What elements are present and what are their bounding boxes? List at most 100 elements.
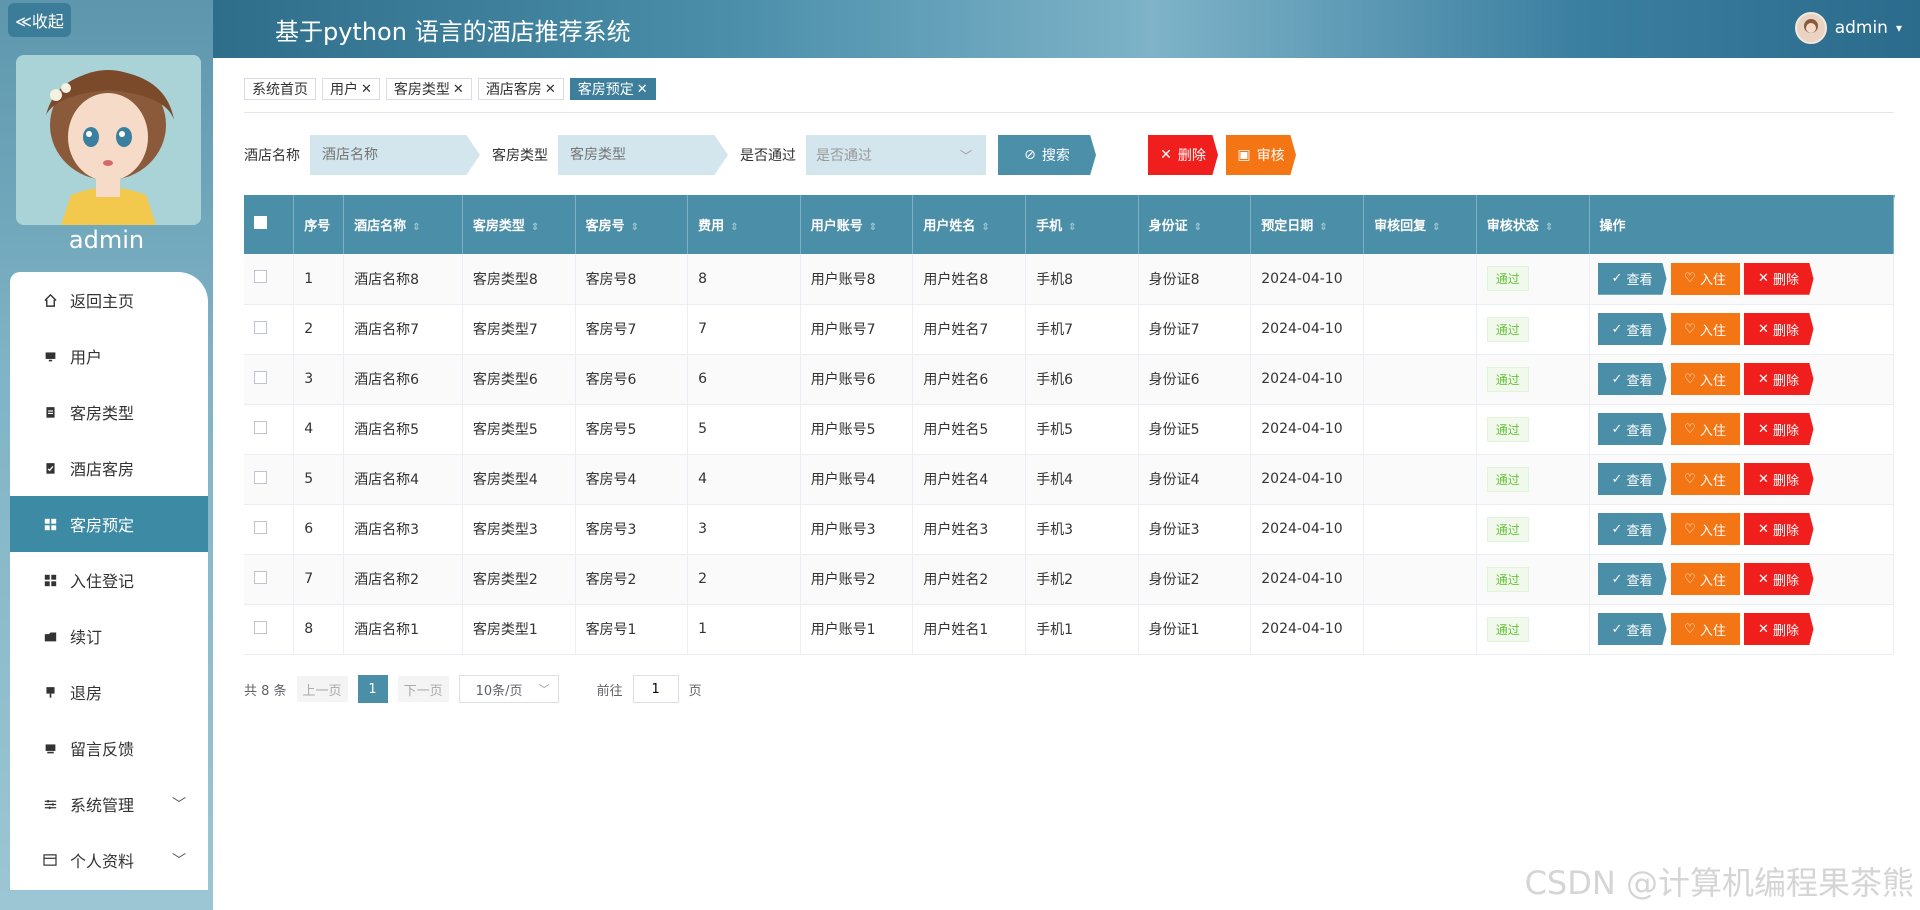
row-select-cell[interactable] [244,554,295,605]
row-checkbox[interactable] [254,470,267,484]
collapse-button[interactable]: ≪收起 [8,3,71,37]
row-select-cell[interactable] [244,604,295,655]
sort-icon[interactable]: ⇕ [1068,222,1076,233]
sort-icon[interactable]: ⇕ [1432,222,1440,233]
col-header[interactable]: 身份证 ⇕ [1138,195,1252,254]
close-icon[interactable]: ✕ [545,82,556,97]
sort-icon[interactable]: ⇕ [869,222,877,233]
checkin-button[interactable]: ♡ 入住 [1670,613,1740,645]
sidebar-item-profile[interactable]: 个人资料 ﹀ [10,832,208,888]
col-header[interactable]: 客房号 ⇕ [575,195,689,254]
delete-button[interactable]: ✕ 删除 [1743,363,1814,395]
row-checkbox[interactable] [254,570,267,584]
delete-button[interactable]: ✕ 删除 [1743,513,1814,545]
view-button[interactable]: ✓ 查看 [1597,262,1667,295]
row-checkbox[interactable] [254,370,267,384]
room-type-input[interactable] [558,135,728,175]
delete-button[interactable]: ✕ 删除 [1743,313,1814,345]
row-select-cell[interactable] [244,454,295,505]
hotel-name-input[interactable] [310,135,480,175]
row-select-cell[interactable] [244,254,295,305]
sort-icon[interactable]: ⇕ [1194,222,1202,233]
col-header[interactable]: 用户账号 ⇕ [800,195,914,254]
goto-page-input[interactable] [632,675,679,703]
sidebar-item-room-booking[interactable]: 客房预定 [10,496,208,552]
row-select-cell[interactable] [244,354,295,405]
delete-button[interactable]: ✕ 删除 [1743,463,1814,495]
tab-hotel-rooms[interactable]: 酒店客房 ✕ [477,78,564,100]
checkin-button[interactable]: ♡ 入住 [1670,463,1740,495]
sidebar-item-hotel-rooms[interactable]: 酒店客房 [10,440,208,496]
page-number-button[interactable]: 1 [357,675,388,703]
row-checkbox[interactable] [254,520,267,534]
view-button[interactable]: ✓ 查看 [1597,463,1667,495]
sidebar-item-home[interactable]: 返回主页 [10,272,208,328]
checkin-button[interactable]: ♡ 入住 [1670,262,1740,295]
table-cell: 客房号1 [575,604,689,655]
close-icon[interactable]: ✕ [637,82,648,97]
tab-home[interactable]: 系统首页 [244,78,316,100]
page-size-select[interactable]: 10条/页 ﹀ [458,675,559,703]
row-checkbox[interactable] [254,620,267,634]
page-size-value: 10条/页 [475,683,523,699]
delete-button[interactable]: ✕ 删除 [1743,563,1814,595]
checkin-button[interactable]: ♡ 入住 [1670,413,1740,445]
tab-room-types[interactable]: 客房类型 ✕ [385,78,472,100]
close-icon[interactable]: ✕ [361,82,372,97]
sort-icon[interactable]: ⇕ [981,222,989,233]
delete-button[interactable]: ✕ 删除 [1743,262,1814,295]
checkin-button[interactable]: ♡ 入住 [1670,313,1740,345]
delete-label: 删除 [1772,473,1799,489]
sort-icon[interactable]: ⇕ [1319,222,1327,233]
row-checkbox[interactable] [254,420,267,434]
user-menu[interactable]: admin ▾ [1794,12,1902,44]
select-all-checkbox[interactable] [254,216,267,229]
sidebar-item-checkout[interactable]: 退房 [10,664,208,720]
sidebar-item-room-types[interactable]: 客房类型 [10,384,208,440]
col-header[interactable]: 费用 ⇕ [687,195,801,254]
row-select-cell[interactable] [244,304,295,355]
sort-icon[interactable]: ⇕ [412,222,420,233]
view-button[interactable]: ✓ 查看 [1597,313,1667,345]
col-header[interactable]: 客房类型 ⇕ [462,195,576,254]
row-select-cell[interactable] [244,404,295,455]
next-page-button[interactable]: 下一页 [397,676,449,702]
row-checkbox[interactable] [254,320,267,334]
col-header[interactable]: 手机 ⇕ [1025,195,1139,254]
sort-icon[interactable]: ⇕ [730,222,738,233]
view-button[interactable]: ✓ 查看 [1597,513,1667,545]
delete-button[interactable]: ✕ 删除 [1743,613,1814,645]
sort-icon[interactable]: ⇕ [631,222,639,233]
sidebar-item-renewal[interactable]: 续订 [10,608,208,664]
batch-delete-button[interactable]: ✕ 删除 [1148,135,1218,175]
col-header[interactable]: 审核状态 ⇕ [1476,195,1590,254]
view-button[interactable]: ✓ 查看 [1597,563,1667,595]
sidebar-item-users[interactable]: 用户 [10,328,208,384]
delete-button[interactable]: ✕ 删除 [1743,413,1814,445]
sidebar-item-feedback[interactable]: 留言反馈 [10,720,208,776]
checkin-button[interactable]: ♡ 入住 [1670,513,1740,545]
row-select-cell[interactable] [244,504,295,555]
close-icon[interactable]: ✕ [453,82,464,97]
sort-icon[interactable]: ⇕ [531,222,539,233]
sidebar-item-checkin[interactable]: 入住登记 [10,552,208,608]
view-button[interactable]: ✓ 查看 [1597,413,1667,445]
tab-room-booking[interactable]: 客房预定 ✕ [569,78,656,100]
search-button[interactable]: ⊘ 搜索 [998,135,1096,175]
view-button[interactable]: ✓ 查看 [1597,613,1667,645]
col-header[interactable]: 预定日期 ⇕ [1250,195,1365,254]
view-button[interactable]: ✓ 查看 [1597,363,1667,395]
checkin-button[interactable]: ♡ 入住 [1670,363,1740,395]
row-checkbox[interactable] [254,270,267,284]
audit-button[interactable]: ▣ 审核 [1226,135,1296,175]
col-header[interactable]: 酒店名称 ⇕ [343,195,463,254]
pass-status-select[interactable]: 是否通过 ﹀ [806,135,986,175]
col-header[interactable]: 审核回复 ⇕ [1363,195,1477,254]
sort-icon[interactable]: ⇕ [1545,222,1553,233]
tab-users[interactable]: 用户 ✕ [322,78,380,100]
sidebar-item-system[interactable]: 系统管理 ﹀ [10,776,208,832]
prev-page-button[interactable]: 上一页 [296,676,348,702]
select-all-cell[interactable] [244,195,295,254]
col-header[interactable]: 用户姓名 ⇕ [912,195,1027,254]
checkin-button[interactable]: ♡ 入住 [1670,563,1740,595]
